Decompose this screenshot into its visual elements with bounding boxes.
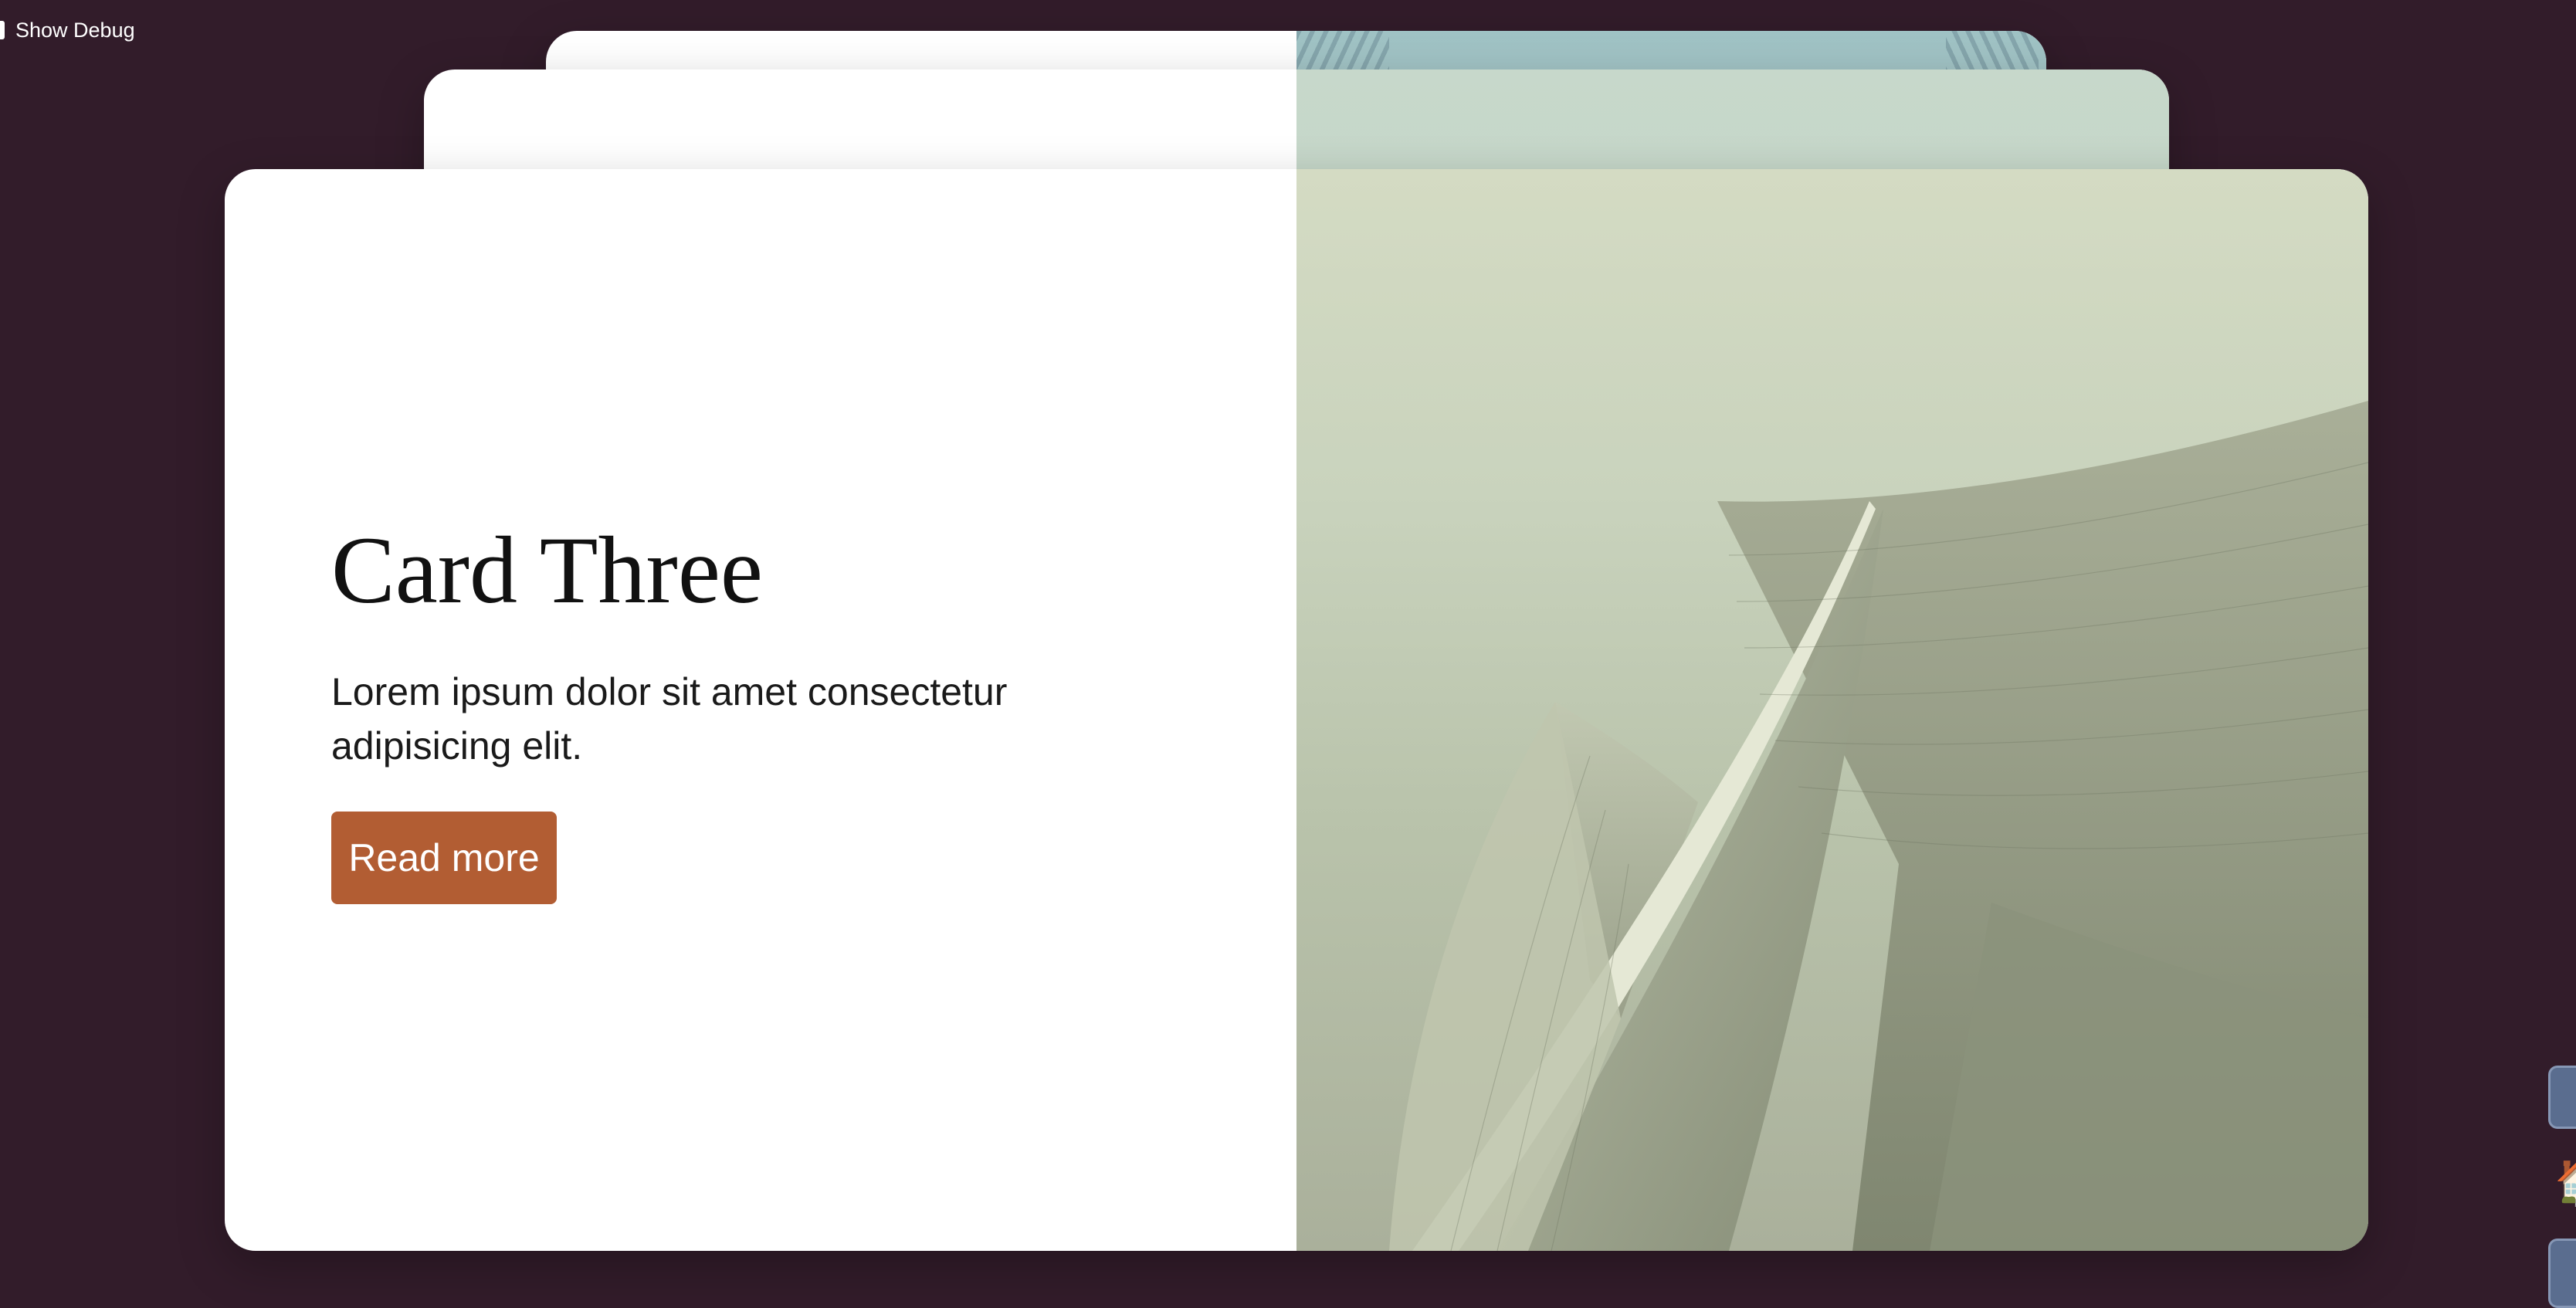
debug-checkbox[interactable] xyxy=(0,21,5,39)
panel-toggle-icon[interactable] xyxy=(2548,1066,2576,1129)
panel-tab-icon[interactable] xyxy=(2548,1239,2576,1308)
show-debug-label: Show Debug xyxy=(15,19,135,42)
home-icon[interactable]: 🏠 xyxy=(2554,1150,2576,1212)
card-description: Lorem ipsum dolor sit amet consectetur a… xyxy=(331,670,1008,768)
card-three: Card Three Lorem ipsum dolor sit amet co… xyxy=(225,169,2368,1251)
card-image xyxy=(1296,169,2368,1251)
read-more-button[interactable]: Read more xyxy=(331,812,557,904)
show-debug-toggle[interactable]: Show Debug xyxy=(0,19,135,42)
card-title: Card Three xyxy=(331,517,763,623)
architecture-image xyxy=(1389,401,2368,1251)
